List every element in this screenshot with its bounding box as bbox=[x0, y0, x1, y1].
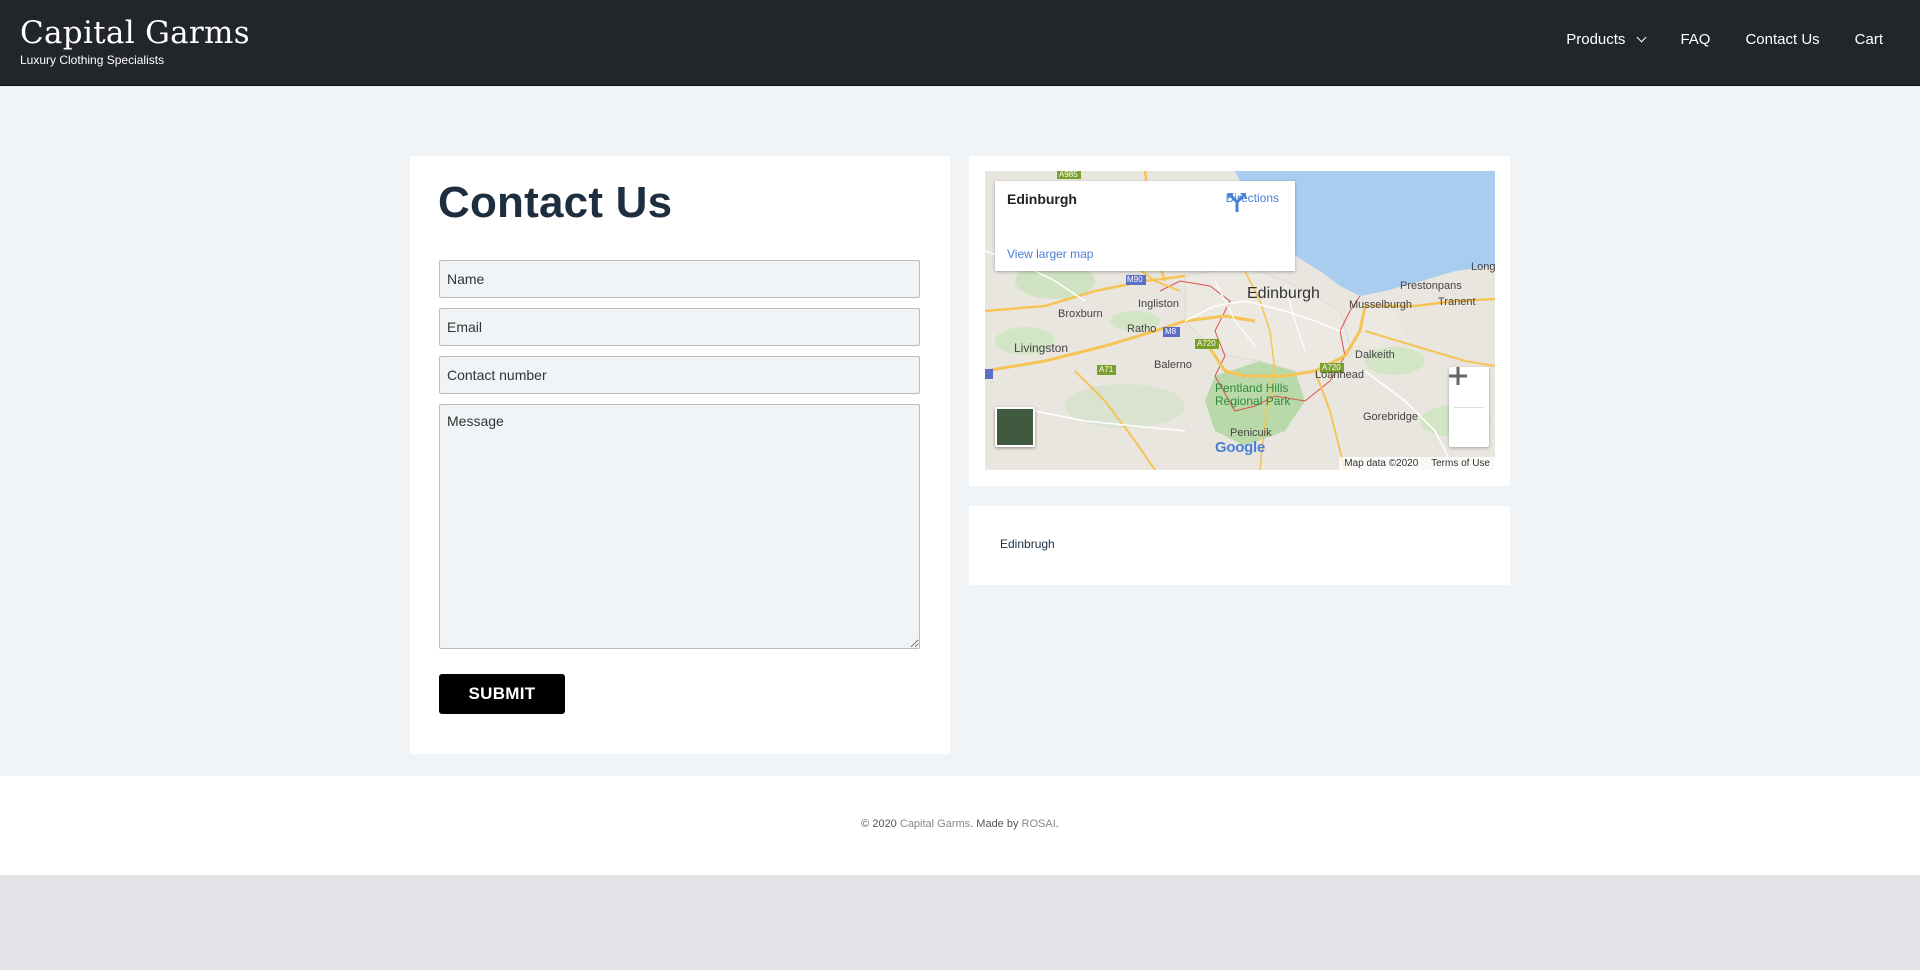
message-field[interactable] bbox=[439, 404, 920, 649]
map-label-dalkeith: Dalkeith bbox=[1355, 349, 1395, 361]
map-label-livingston: Livingston bbox=[1014, 341, 1069, 355]
road-m90: M90 bbox=[1127, 275, 1143, 284]
submit-button[interactable]: SUBMIT bbox=[439, 674, 565, 714]
nav-products-label: Products bbox=[1566, 31, 1626, 48]
footer-maker-link[interactable]: ROSAI bbox=[1022, 818, 1056, 830]
map-label-gorebridge: Gorebridge bbox=[1363, 411, 1419, 423]
map-data-label: Map data ©2020 bbox=[1344, 458, 1419, 469]
map-label-edinburgh: Edinburgh bbox=[1247, 285, 1320, 302]
footer-brand-link[interactable]: Capital Garms bbox=[900, 818, 970, 830]
map-label-penicuik: Penicuik bbox=[1230, 427, 1272, 439]
map-info-window: Edinburgh Directions View larger map bbox=[995, 181, 1295, 271]
road-a71: A71 bbox=[1099, 365, 1114, 374]
brand-subtitle: Luxury Clothing Specialists bbox=[20, 53, 165, 67]
map-label-pentland-hills: Pentland Hills Regional Park bbox=[1215, 381, 1291, 408]
map-label-loanhead: Loanhead bbox=[1315, 369, 1364, 381]
contact-form-card: Contact Us SUBMIT bbox=[410, 156, 950, 754]
road-a720-west: A720 bbox=[1197, 339, 1216, 348]
map-attribution: Map data ©2020 Terms of Use bbox=[1339, 457, 1495, 470]
contact-number-field[interactable] bbox=[439, 356, 920, 394]
directions-icon bbox=[1227, 193, 1246, 212]
nav-products[interactable]: Products bbox=[1566, 31, 1647, 48]
site-footer: © 2020 Capital Garms. Made by ROSAI. bbox=[0, 776, 1920, 875]
email-field[interactable] bbox=[439, 308, 920, 346]
map-label-long: Long bbox=[1471, 261, 1495, 273]
directions-link[interactable]: Directions bbox=[1226, 191, 1279, 212]
minus-icon[interactable] bbox=[1449, 374, 1489, 448]
map-label-broxburn: Broxburn bbox=[1058, 308, 1103, 320]
chevron-down-icon bbox=[1636, 32, 1647, 42]
map-label-tranent: Tranent bbox=[1438, 296, 1476, 308]
map-label-balerno: Balerno bbox=[1154, 359, 1192, 371]
main-content: Contact Us SUBMIT bbox=[0, 86, 1920, 776]
satellite-layer-toggle[interactable] bbox=[995, 407, 1035, 447]
site-header: Capital Garms Luxury Clothing Specialist… bbox=[0, 0, 1920, 86]
terms-of-use-link[interactable]: Terms of Use bbox=[1431, 458, 1490, 469]
nav-contact[interactable]: Contact Us bbox=[1745, 31, 1819, 48]
map-label-prestonpans: Prestonpans bbox=[1400, 280, 1462, 292]
view-larger-map-link[interactable]: View larger map bbox=[1007, 247, 1093, 261]
zoom-controls bbox=[1449, 367, 1489, 447]
footer-middle: . Made by bbox=[970, 818, 1022, 830]
footer-copyright: © 2020 Capital Garms. Made by ROSAI. bbox=[0, 818, 1920, 830]
page-title: Contact Us bbox=[438, 178, 673, 227]
info-city: Edinburgh bbox=[1007, 191, 1077, 207]
road-m8: M8 bbox=[1165, 327, 1177, 336]
embedded-map[interactable]: M90 M8 A720 A720 A71 A985 Edinburgh Pres… bbox=[985, 171, 1495, 470]
main-nav: Products FAQ Contact Us Cart bbox=[1566, 31, 1883, 48]
nav-faq[interactable]: FAQ bbox=[1680, 31, 1710, 48]
footer-suffix: . bbox=[1055, 818, 1059, 830]
nav-cart[interactable]: Cart bbox=[1855, 31, 1883, 48]
address-text: Edinbrugh bbox=[1000, 537, 1055, 551]
brand[interactable]: Capital Garms Luxury Clothing Specialist… bbox=[20, 14, 250, 67]
road-a985: A985 bbox=[1059, 171, 1078, 179]
map-label-ingliston: Ingliston bbox=[1138, 298, 1179, 310]
map-label-ratho: Ratho bbox=[1127, 323, 1157, 335]
google-logo: Google bbox=[1215, 439, 1265, 456]
name-field[interactable] bbox=[439, 260, 920, 298]
map-label-musselburgh: Musselburgh bbox=[1349, 299, 1412, 311]
address-card: Edinbrugh bbox=[969, 506, 1510, 585]
map-card: M90 M8 A720 A720 A71 A985 Edinburgh Pres… bbox=[969, 156, 1510, 486]
footer-prefix: © 2020 bbox=[861, 818, 900, 830]
brand-title[interactable]: Capital Garms bbox=[20, 14, 250, 52]
